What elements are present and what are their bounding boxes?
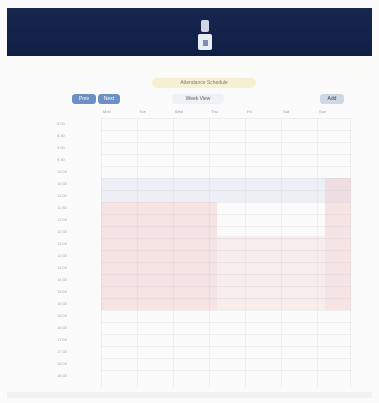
time-cell: 8:00 (57, 121, 65, 126)
prev-button[interactable]: Prev (72, 94, 96, 104)
time-column: 8:00 8:30 9:00 9:30 10:00 10:30 11:00 11… (55, 118, 101, 388)
logo-top-shape (201, 20, 209, 32)
time-cell: 14:00 (57, 265, 68, 270)
footer-strip (7, 392, 372, 398)
top-navigation-bar (7, 8, 372, 56)
day-header-row: Mon Tue Wed Thu Fri Sat Sun (55, 107, 350, 117)
time-cell: 12:30 (57, 229, 68, 234)
app-logo-icon (197, 20, 215, 54)
schedule-controls: Prev Next Week View Add (60, 94, 350, 108)
day-tue: Tue (139, 109, 146, 114)
time-cell: 10:00 (57, 169, 68, 174)
day-sat: Sat (283, 109, 290, 114)
time-cell: 11:00 (57, 193, 67, 198)
time-cell: 10:30 (57, 181, 68, 186)
day-fri: Fri (247, 109, 252, 114)
time-cell: 16:30 (57, 325, 68, 330)
time-cell: 16:00 (57, 313, 68, 318)
time-cell: 11:30 (57, 205, 67, 210)
day-sun: Sun (319, 109, 327, 114)
day-thu: Thu (211, 109, 218, 114)
day-wed: Wed (175, 109, 184, 114)
time-cell: 13:30 (57, 253, 68, 258)
time-cell: 14:30 (57, 277, 68, 282)
time-cell: 9:00 (57, 145, 65, 150)
schedule-grid-body[interactable] (101, 118, 351, 388)
time-cell: 8:30 (57, 133, 65, 138)
schedule-title: Attendance Schedule (152, 78, 256, 88)
day-mon: Mon (103, 109, 111, 114)
content-banner (16, 60, 359, 74)
time-cell: 15:00 (57, 289, 68, 294)
schedule-header: Attendance Schedule (60, 78, 350, 90)
time-cell: 18:30 (57, 373, 68, 378)
time-cell: 18:00 (57, 361, 68, 366)
logo-accent-shape (203, 40, 208, 46)
time-cell: 13:00 (57, 241, 68, 246)
next-button[interactable]: Next (98, 94, 120, 104)
time-cell: 17:00 (57, 337, 68, 342)
add-button[interactable]: Add (320, 94, 344, 104)
time-cell: 12:00 (57, 217, 68, 222)
schedule-page: Attendance Schedule Prev Next Week View … (0, 0, 379, 403)
schedule-grid: 8:00 8:30 9:00 9:30 10:00 10:30 11:00 11… (55, 118, 351, 388)
time-cell: 17:30 (57, 349, 68, 354)
time-cell: 9:30 (57, 157, 65, 162)
time-cell: 15:30 (57, 301, 68, 306)
view-selector[interactable]: Week View (172, 94, 224, 104)
grid-row-line (101, 370, 351, 383)
